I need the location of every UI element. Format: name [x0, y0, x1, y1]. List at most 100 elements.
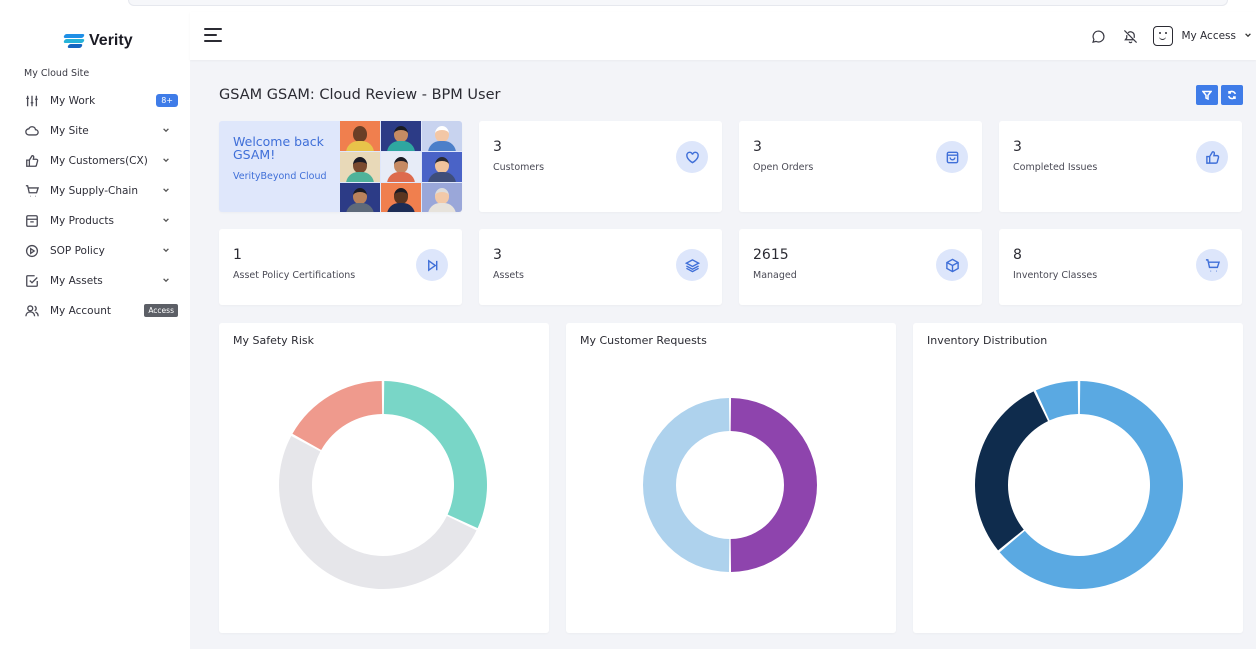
verity-logo-icon — [63, 33, 85, 49]
work-count-badge: 8+ — [156, 94, 178, 107]
browser-strip — [0, 0, 1256, 12]
stat-label: Assets — [493, 270, 524, 281]
donut-slice[interactable] — [975, 391, 1049, 551]
chart-panel-inventory-distribution: Inventory Distribution — [913, 323, 1243, 633]
sidebar-item-my-products[interactable]: My Products — [18, 206, 178, 236]
team-illustration — [340, 121, 462, 212]
box-icon — [24, 213, 40, 229]
donut-slice[interactable] — [292, 381, 383, 451]
chart-panel-safety-risk: My Safety Risk — [219, 323, 549, 633]
top-header: My Access — [190, 12, 1256, 60]
header-actions: My Access — [1089, 24, 1252, 48]
sidebar-item-label: My Products — [50, 215, 114, 227]
avatar — [381, 183, 421, 212]
bell-off-icon[interactable] — [1121, 27, 1139, 45]
inventory-distribution-donut-chart — [975, 381, 1183, 589]
chevron-down-icon — [162, 215, 172, 225]
stat-card-inventory-classes[interactable]: 8 Inventory Classes — [999, 229, 1242, 305]
chevron-down-icon — [1244, 30, 1252, 42]
avatar — [340, 183, 380, 212]
users-icon — [24, 303, 40, 319]
avatar — [340, 152, 380, 182]
sidebar-item-label: My Supply-Chain — [50, 185, 138, 197]
avatar — [381, 152, 421, 182]
sidebar-item-label: My Account — [50, 305, 112, 317]
stat-card-customers[interactable]: 3 Customers — [479, 121, 722, 212]
cart-icon — [24, 183, 40, 199]
filter-button[interactable] — [1196, 85, 1218, 105]
chevron-down-icon — [162, 245, 172, 255]
refresh-icon — [1227, 90, 1237, 100]
menu-toggle-icon[interactable] — [204, 28, 222, 42]
chevron-down-icon — [162, 275, 172, 285]
chevron-down-icon — [162, 155, 172, 165]
sidebar-item-my-assets[interactable]: My Assets — [18, 266, 178, 296]
avatar — [340, 121, 380, 151]
sidebar-nav: My Work 8+ My Site My Customers(CX) My S… — [18, 86, 178, 326]
stat-card-assets[interactable]: 3 Assets — [479, 229, 722, 305]
sidebar-item-label: My Customers(CX) — [50, 155, 148, 167]
filter-icon — [1202, 90, 1212, 100]
sidebar-section-title: My Cloud Site — [24, 68, 90, 79]
safety-risk-donut-chart — [279, 381, 488, 589]
brand-name: Verity — [89, 32, 133, 49]
welcome-title: Welcome back GSAM! — [233, 134, 324, 162]
donut-slice[interactable] — [279, 435, 477, 589]
sidebar-item-sop-policy[interactable]: SOP Policy — [18, 236, 178, 266]
stat-card-completed-issues[interactable]: 3 Completed Issues — [999, 121, 1242, 212]
page-title: GSAM GSAM: Cloud Review - BPM User — [219, 87, 501, 103]
account-menu[interactable]: My Access — [1153, 26, 1252, 46]
customer-requests-donut-chart — [643, 398, 818, 572]
stat-value: 2615 — [753, 247, 789, 263]
chat-icon[interactable] — [1089, 27, 1107, 45]
stat-value: 1 — [233, 247, 242, 263]
shopping-bag-icon — [936, 141, 968, 173]
heart-icon — [676, 141, 708, 173]
stat-value: 3 — [1013, 139, 1022, 155]
sidebar-item-label: My Assets — [50, 275, 103, 287]
skip-forward-icon — [416, 249, 448, 281]
sidebar-item-my-site[interactable]: My Site — [18, 116, 178, 146]
refresh-button[interactable] — [1221, 85, 1243, 105]
play-circle-icon — [24, 243, 40, 259]
stat-label: Asset Policy Certifications — [233, 270, 356, 281]
welcome-subtitle: VerityBeyond Cloud — [233, 171, 327, 182]
chevron-down-icon — [162, 185, 172, 195]
stat-card-asset-policy[interactable]: 1 Asset Policy Certifications — [219, 229, 462, 305]
stat-card-open-orders[interactable]: 3 Open Orders — [739, 121, 982, 212]
sidebar-item-label: My Work — [50, 95, 96, 107]
address-bar — [128, 0, 1228, 6]
avatar — [422, 183, 462, 212]
avatar — [381, 121, 421, 151]
stat-label: Managed — [753, 270, 797, 281]
brand-logo[interactable]: Verity — [63, 30, 133, 52]
sidebar-item-label: SOP Policy — [50, 245, 105, 257]
thumbs-up-icon — [24, 153, 40, 169]
avatar-face-icon — [1153, 26, 1174, 46]
page-toolbar — [1196, 85, 1243, 105]
cart-icon — [1196, 249, 1228, 281]
stat-label: Inventory Classes — [1013, 270, 1098, 281]
stat-label: Customers — [493, 162, 545, 173]
donut-slice[interactable] — [383, 381, 488, 529]
cloud-icon — [24, 123, 40, 139]
account-label: My Access — [1181, 30, 1236, 42]
stat-value: 3 — [753, 139, 762, 155]
sidebar-item-my-work[interactable]: My Work 8+ — [18, 86, 178, 116]
sidebar-item-my-customers[interactable]: My Customers(CX) — [18, 146, 178, 176]
sidebar-item-my-account[interactable]: My Account Access — [18, 296, 178, 326]
stat-card-managed[interactable]: 2615 Managed — [739, 229, 982, 305]
welcome-card: Welcome back GSAM! VerityBeyond Cloud — [219, 121, 462, 212]
avatar — [422, 152, 462, 182]
access-badge: Access — [144, 304, 178, 317]
donut-slice[interactable] — [643, 398, 730, 572]
avatar — [422, 121, 462, 151]
donut-slice[interactable] — [730, 398, 818, 572]
stat-value: 3 — [493, 139, 502, 155]
stat-label: Completed Issues — [1013, 162, 1098, 173]
stat-value: 3 — [493, 247, 502, 263]
sidebar-item-my-supply-chain[interactable]: My Supply-Chain — [18, 176, 178, 206]
package-icon — [936, 249, 968, 281]
sidebar-item-label: My Site — [50, 125, 89, 137]
stat-value: 8 — [1013, 247, 1022, 263]
